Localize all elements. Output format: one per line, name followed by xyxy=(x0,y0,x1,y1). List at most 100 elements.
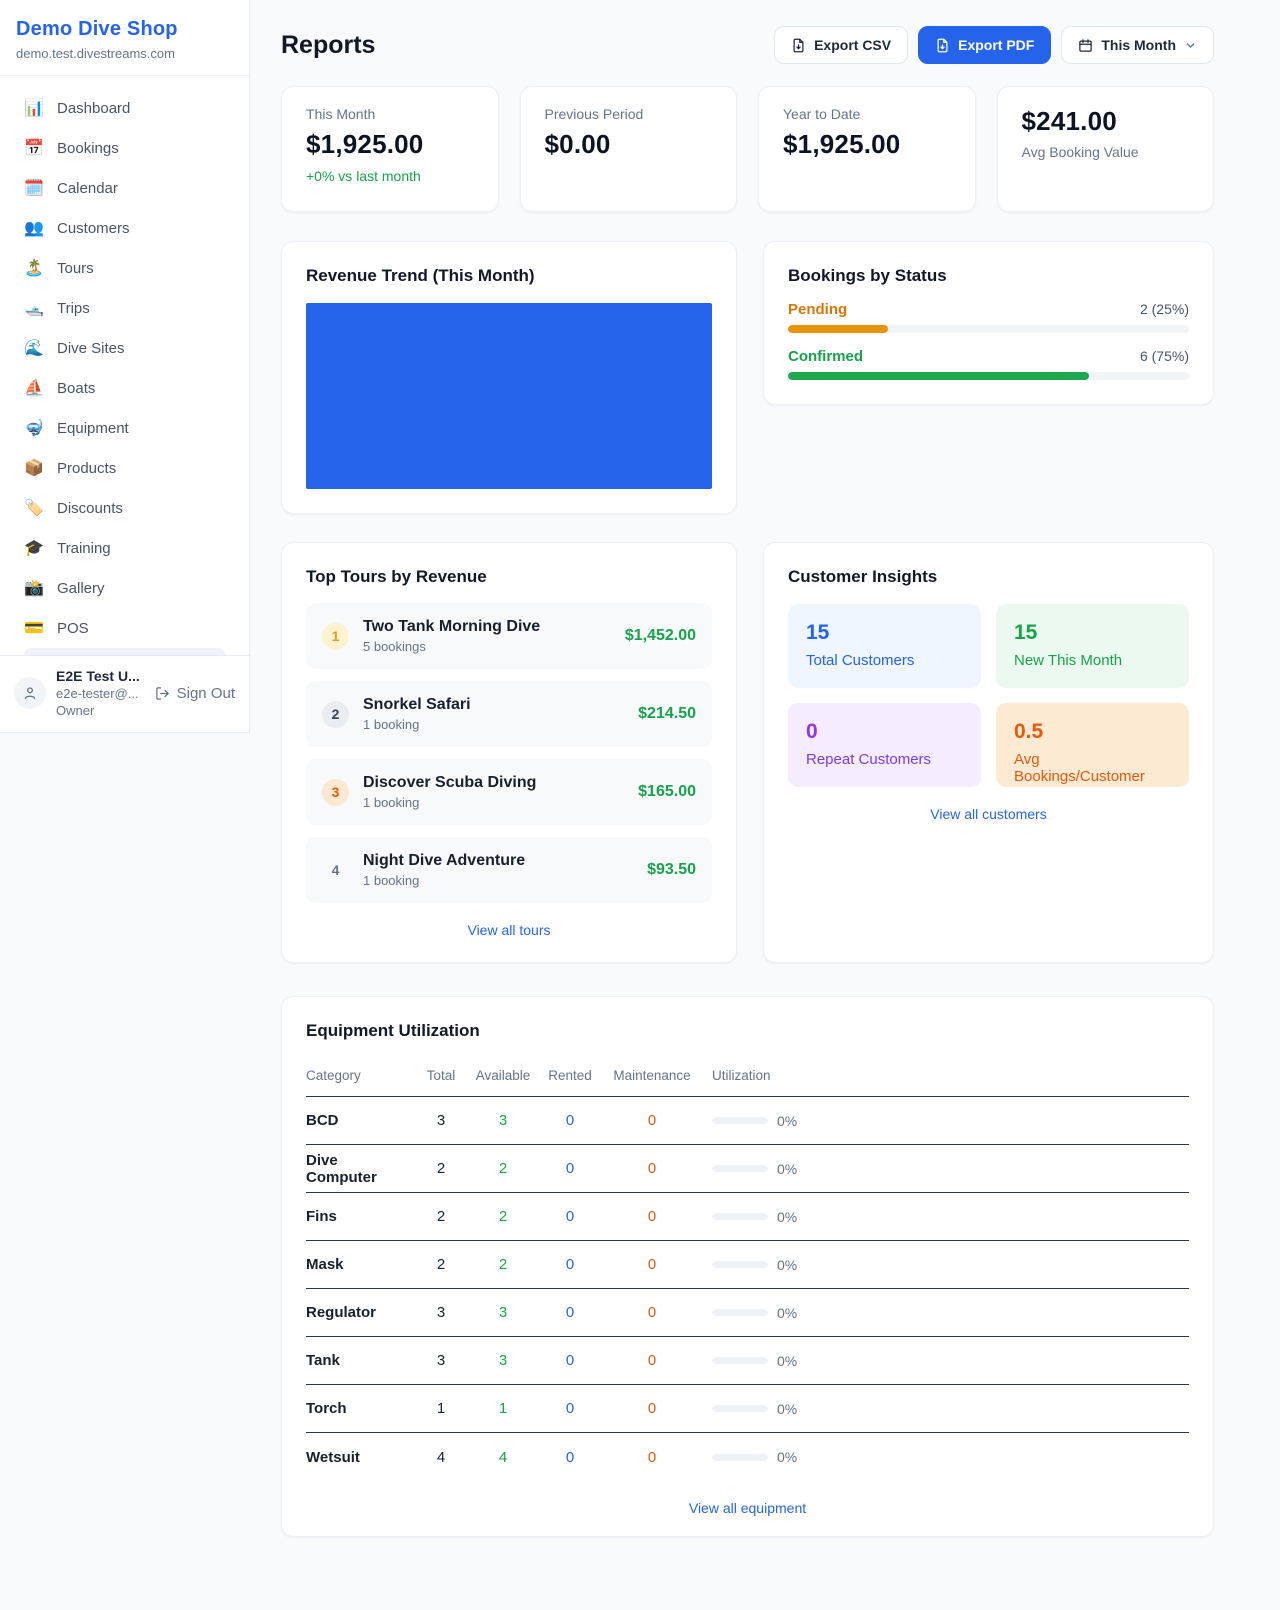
sidebar-item-gallery[interactable]: 📸Gallery xyxy=(12,568,237,608)
status-label: Pending xyxy=(788,301,847,318)
export-csv-button[interactable]: Export CSV xyxy=(774,26,908,64)
sidebar-item-discounts[interactable]: 🏷️Discounts xyxy=(12,488,237,528)
cell-total: 3 xyxy=(410,1304,472,1321)
insight-value: 0.5 xyxy=(1014,720,1171,744)
bookings-by-status-card: Bookings by Status Pending 2 (25%) Confi… xyxy=(763,241,1214,405)
insight-label: New This Month xyxy=(1014,652,1171,669)
sidebar-item-label: Equipment xyxy=(57,420,129,437)
sidebar-item-label: Products xyxy=(57,460,116,477)
column-header: Maintenance xyxy=(606,1068,698,1083)
sidebar-item-calendar[interactable]: 🗓️Calendar xyxy=(12,168,237,208)
period-dropdown[interactable]: This Month xyxy=(1061,26,1214,64)
cell-available: 2 xyxy=(472,1208,534,1225)
cell-utilization: 0% xyxy=(698,1257,1189,1273)
column-header: Available xyxy=(472,1068,534,1083)
file-download-icon xyxy=(791,38,806,53)
sidebar-item-boats[interactable]: ⛵ Boats xyxy=(12,368,237,408)
sidebar-item-label: Trips xyxy=(57,300,90,317)
cell-maintenance: 0 xyxy=(606,1256,698,1273)
page-title: Reports xyxy=(281,31,375,60)
rank-badge: 1 xyxy=(322,623,349,650)
view-all-customers-link[interactable]: View all customers xyxy=(788,806,1189,822)
cell-category: Dive Computer xyxy=(306,1152,410,1186)
column-header: Total xyxy=(410,1068,472,1083)
user-meta: E2E Test U... e2e-tester@... Owner xyxy=(56,668,145,718)
cell-maintenance: 0 xyxy=(606,1160,698,1177)
cell-total: 2 xyxy=(410,1160,472,1177)
sidebar-item-dashboard[interactable]: 📊Dashboard xyxy=(12,88,237,128)
tour-name: Two Tank Morning Dive xyxy=(363,618,611,636)
utilization-pct: 0% xyxy=(777,1449,797,1465)
cell-total: 1 xyxy=(410,1400,472,1417)
rank-badge: 2 xyxy=(322,701,349,728)
table-header-row: Category Total Available Rented Maintena… xyxy=(306,1055,1189,1097)
boats-icon: ⛵ xyxy=(24,378,44,398)
status-label: Confirmed xyxy=(788,348,863,365)
sidebar-item-dive-sites[interactable]: 🌊Dive Sites xyxy=(12,328,237,368)
sidebar-item-label: Boats xyxy=(57,380,95,397)
table-row: Wetsuit 4 4 0 0 0% xyxy=(306,1433,1189,1481)
sidebar-item-bookings[interactable]: 📅Bookings xyxy=(12,128,237,168)
cell-rented: 0 xyxy=(534,1208,606,1225)
utilization-bar xyxy=(712,1309,768,1316)
tour-amount: $214.50 xyxy=(638,705,696,723)
tour-amount: $93.50 xyxy=(647,861,696,879)
sidebar-item-label: Training xyxy=(57,540,111,557)
cell-utilization: 0% xyxy=(698,1113,1189,1129)
tour-row: 1 Two Tank Morning Dive5 bookings $1,452… xyxy=(306,603,712,669)
top-tours-card: Top Tours by Revenue 1 Two Tank Morning … xyxy=(281,542,737,963)
sidebar-item-tours[interactable]: 🏝️ Tours xyxy=(12,248,237,288)
stat-cards: This Month $1,925.00 +0% vs last month P… xyxy=(281,86,1214,212)
sidebar-item-customers[interactable]: 👥Customers xyxy=(12,208,237,248)
utilization-bar xyxy=(712,1213,768,1220)
tour-row: 2 Snorkel Safari1 booking $214.50 xyxy=(306,681,712,747)
tour-name: Discover Scuba Diving xyxy=(363,774,624,792)
export-pdf-button[interactable]: Export PDF xyxy=(918,26,1051,64)
column-header: Category xyxy=(306,1068,410,1083)
stat-value: $1,925.00 xyxy=(306,129,474,160)
sidebar-item-pos[interactable]: 💳POS xyxy=(12,608,237,648)
cell-rented: 0 xyxy=(534,1160,606,1177)
cell-available: 2 xyxy=(472,1160,534,1177)
view-all-equipment-link[interactable]: View all equipment xyxy=(306,1500,1189,1516)
cell-rented: 0 xyxy=(534,1256,606,1273)
cell-total: 2 xyxy=(410,1256,472,1273)
gallery-icon: 📸 xyxy=(24,578,44,598)
status-bar-track xyxy=(788,325,1189,333)
customer-insights-card: Customer Insights 15 Total Customers 15 … xyxy=(763,542,1214,963)
stat-delta: +0% vs last month xyxy=(306,168,474,184)
sidebar-item-trips[interactable]: 🛥️Trips xyxy=(12,288,237,328)
equipment-table: Category Total Available Rented Maintena… xyxy=(306,1055,1189,1481)
header-actions: Export CSV Export PDF This Month xyxy=(774,26,1214,64)
tour-rows: 1 Two Tank Morning Dive5 bookings $1,452… xyxy=(306,603,712,903)
cell-category: BCD xyxy=(306,1112,410,1129)
pos-icon: 💳 xyxy=(24,618,44,638)
insight-label: Repeat Customers xyxy=(806,751,963,768)
cell-maintenance: 0 xyxy=(606,1400,698,1417)
view-all-tours-link[interactable]: View all tours xyxy=(306,922,712,938)
sign-out-button[interactable]: Sign Out xyxy=(155,685,235,702)
sidebar-item-products[interactable]: 📦Products xyxy=(12,448,237,488)
cell-utilization: 0% xyxy=(698,1353,1189,1369)
brand-block[interactable]: Demo Dive Shop demo.test.divestreams.com xyxy=(0,0,249,76)
cell-utilization: 0% xyxy=(698,1209,1189,1225)
sidebar-item-reports-partial[interactable] xyxy=(24,648,225,655)
utilization-pct: 0% xyxy=(777,1257,797,1273)
tours-icon: 🏝️ xyxy=(24,258,44,278)
cell-total: 2 xyxy=(410,1208,472,1225)
status-value: 6 (75%) xyxy=(1140,348,1189,364)
tour-bookings: 1 booking xyxy=(363,873,633,888)
cell-utilization: 0% xyxy=(698,1161,1189,1177)
user-role: Owner xyxy=(56,703,145,718)
cell-maintenance: 0 xyxy=(606,1208,698,1225)
sidebar-item-label: Tours xyxy=(57,260,94,277)
sidebar-item-training[interactable]: 🎓Training xyxy=(12,528,237,568)
cell-maintenance: 0 xyxy=(606,1352,698,1369)
cell-available: 2 xyxy=(472,1256,534,1273)
sidebar-item-equipment[interactable]: 🤿Equipment xyxy=(12,408,237,448)
export-pdf-label: Export PDF xyxy=(958,37,1034,53)
cell-maintenance: 0 xyxy=(606,1304,698,1321)
rank-badge: 4 xyxy=(322,857,349,884)
cell-available: 3 xyxy=(472,1352,534,1369)
cell-rented: 0 xyxy=(534,1352,606,1369)
